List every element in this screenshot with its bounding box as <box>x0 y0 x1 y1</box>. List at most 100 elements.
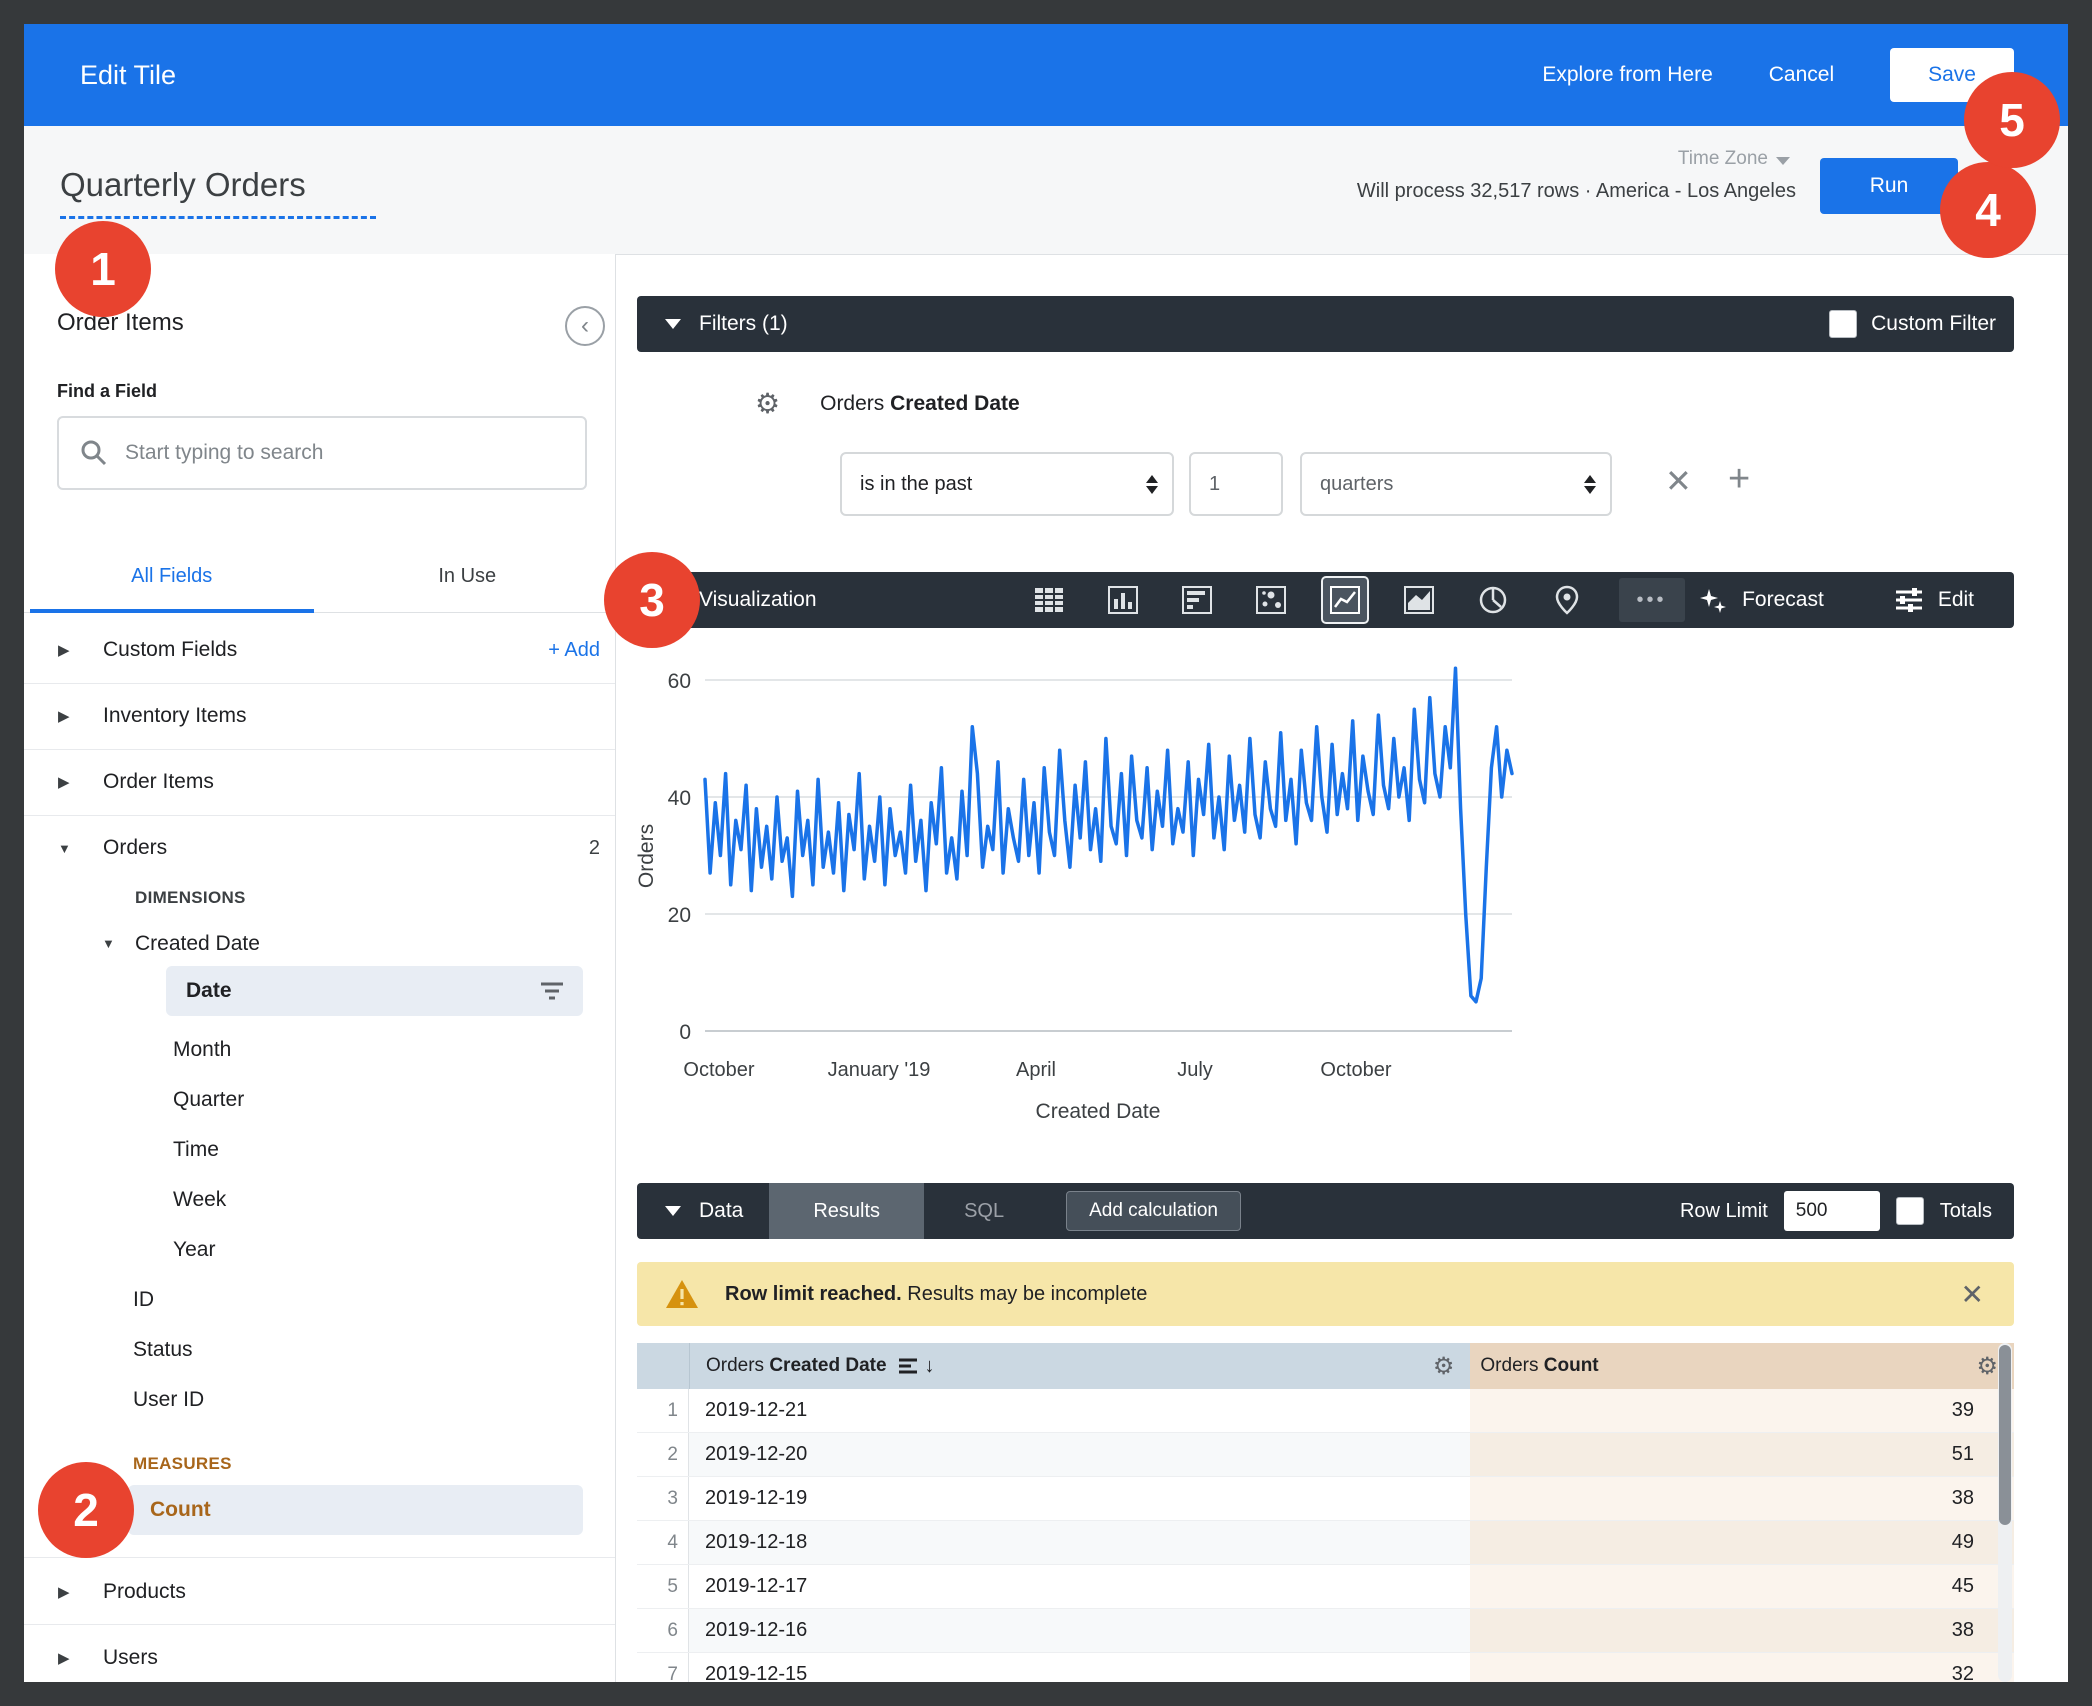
add-custom-field-button[interactable]: + Add <box>548 639 600 662</box>
row-limit-label: Row Limit <box>1680 1200 1768 1223</box>
edit-viz-button[interactable]: Edit <box>1894 585 1974 615</box>
add-calculation-button[interactable]: Add calculation <box>1066 1191 1241 1231</box>
gear-icon[interactable]: ⚙ <box>1433 1352 1455 1381</box>
field-picker-sidebar: Order Items ‹ Find a Field Start typing … <box>24 254 616 1682</box>
sidebar-item-custom-fields[interactable]: ▶ Custom Fields + Add <box>24 617 615 683</box>
gear-icon[interactable]: ⚙ <box>755 390 780 418</box>
gear-icon[interactable]: ⚙ <box>1977 1352 1999 1381</box>
svg-text:January '19: January '19 <box>828 1059 931 1081</box>
line-chart-icon-selected[interactable] <box>1323 578 1367 622</box>
sidebar-item-created-date[interactable]: Created Date <box>135 932 260 956</box>
remove-filter-icon[interactable]: ✕ <box>1665 462 1692 500</box>
cell-created-date[interactable]: 2019-12-21 <box>689 1389 1470 1432</box>
tab-results-selected[interactable]: Results <box>769 1183 924 1239</box>
sidebar-item-time[interactable]: Time <box>173 1138 219 1162</box>
table-chart-icon[interactable] <box>1027 578 1071 622</box>
explore-from-here-button[interactable]: Explore from Here <box>1542 63 1712 87</box>
data-bar-label: Data <box>699 1199 743 1223</box>
sidebar-item-inventory-items[interactable]: ▶ Inventory Items <box>24 683 615 749</box>
filter-operator-select[interactable]: is in the past <box>840 452 1174 516</box>
visualization-bar[interactable]: Visualization <box>637 572 2014 628</box>
table-row[interactable]: 62019-12-1638 <box>637 1609 2014 1653</box>
pie-chart-icon[interactable] <box>1471 578 1515 622</box>
forecast-button[interactable]: Forecast <box>1698 585 1824 615</box>
sidebar-item-orders[interactable]: ▼ Orders 2 <box>24 815 615 881</box>
row-number: 1 <box>637 1389 689 1432</box>
sidebar-item-user-id[interactable]: User ID <box>133 1388 204 1412</box>
filter-icon[interactable] <box>539 980 565 1002</box>
bar-chart-icon[interactable] <box>1175 578 1219 622</box>
col-bold: Count <box>1544 1355 1599 1376</box>
filters-bar[interactable]: Filters (1) Custom Filter <box>637 296 2014 352</box>
cancel-button[interactable]: Cancel <box>1769 63 1834 87</box>
column-chart-icon[interactable] <box>1101 578 1145 622</box>
cell-count[interactable]: 38 <box>1470 1477 2014 1520</box>
cell-count[interactable]: 38 <box>1470 1609 2014 1652</box>
timezone-dropdown[interactable]: Time Zone <box>1678 148 1790 170</box>
filter-value-input[interactable]: 1 <box>1189 452 1283 516</box>
sidebar-item-date-selected[interactable]: Date <box>166 966 583 1016</box>
row-number: 2 <box>637 1433 689 1476</box>
table-row[interactable]: 42019-12-1849 <box>637 1521 2014 1565</box>
chart-panel[interactable]: 60 40 20 0 Orders October January '19 Ap… <box>637 628 2014 1183</box>
more-options-icon[interactable]: ••• <box>1619 578 1685 622</box>
sidebar-item-products[interactable]: ▶ Products <box>24 1559 615 1625</box>
area-chart-icon[interactable] <box>1397 578 1441 622</box>
table-row[interactable]: 12019-12-2139 <box>637 1389 2014 1433</box>
screenshot-stage: Edit Tile Explore from Here Cancel Save … <box>0 0 2092 1706</box>
sidebar-item-quarter[interactable]: Quarter <box>173 1088 244 1112</box>
cell-created-date[interactable]: 2019-12-19 <box>689 1477 1470 1520</box>
tab-sql[interactable]: SQL <box>964 1200 1004 1223</box>
cell-count[interactable]: 45 <box>1470 1565 2014 1608</box>
table-row[interactable]: 52019-12-1745 <box>637 1565 2014 1609</box>
cell-count[interactable]: 49 <box>1470 1521 2014 1564</box>
dismiss-warning-icon[interactable]: ✕ <box>1961 1278 1984 1311</box>
cell-count[interactable]: 32 <box>1470 1653 2014 1682</box>
custom-filter-toggle[interactable]: Custom Filter <box>1829 310 1996 338</box>
sidebar-item-status[interactable]: Status <box>133 1338 193 1362</box>
field-label: Date <box>186 979 232 1003</box>
column-header-count[interactable]: Orders Count ⚙ <box>1470 1343 2014 1389</box>
data-bar[interactable]: Data Results SQL Add calculation Row Lim… <box>637 1183 2014 1239</box>
scrollbar-thumb[interactable] <box>1999 1345 2011 1525</box>
sidebar-item-order-items[interactable]: ▶ Order Items <box>24 749 615 815</box>
totals-checkbox[interactable] <box>1896 1197 1924 1225</box>
cell-created-date[interactable]: 2019-12-15 <box>689 1653 1470 1682</box>
cell-created-date[interactable]: 2019-12-16 <box>689 1609 1470 1652</box>
cell-count[interactable]: 51 <box>1470 1433 2014 1476</box>
row-limit-input[interactable] <box>1784 1191 1880 1231</box>
sidebar-item-year[interactable]: Year <box>173 1238 215 1262</box>
cell-created-date[interactable]: 2019-12-18 <box>689 1521 1470 1564</box>
table-row[interactable]: 22019-12-2051 <box>637 1433 2014 1477</box>
table-scrollbar[interactable] <box>1998 1343 2012 1682</box>
annotation-circle-4: 4 <box>1940 162 2036 258</box>
tab-in-use[interactable]: In Use <box>320 540 616 612</box>
filter-unit-select[interactable]: quarters <box>1300 452 1612 516</box>
sidebar-item-month[interactable]: Month <box>173 1038 231 1062</box>
run-button[interactable]: Run <box>1820 158 1958 214</box>
field-search-input[interactable]: Start typing to search <box>57 416 587 490</box>
cell-created-date[interactable]: 2019-12-20 <box>689 1433 1470 1476</box>
results-table: Orders Created Date ↓ ⚙ Orders Count ⚙ 1… <box>637 1343 2014 1682</box>
custom-filter-checkbox[interactable] <box>1829 310 1857 338</box>
add-filter-icon[interactable]: + <box>1728 458 1750 501</box>
sidebar-item-users[interactable]: ▶ Users <box>24 1625 615 1682</box>
collapse-sidebar-button[interactable]: ‹ <box>565 306 605 346</box>
table-row[interactable]: 32019-12-1938 <box>637 1477 2014 1521</box>
cell-created-date[interactable]: 2019-12-17 <box>689 1565 1470 1608</box>
warning-text-bold: Row limit reached. <box>725 1283 902 1305</box>
table-row[interactable]: 72019-12-1532 <box>637 1653 2014 1682</box>
page-title[interactable]: Quarterly Orders <box>60 166 376 219</box>
sidebar-item-week[interactable]: Week <box>173 1188 226 1212</box>
visualization-bar-label: Visualization <box>699 588 817 612</box>
sidebar-item-count-selected[interactable]: Count <box>128 1485 583 1535</box>
scatter-chart-icon[interactable] <box>1249 578 1293 622</box>
filter-value: 1 <box>1209 473 1220 496</box>
group-label: Order Items <box>103 770 214 794</box>
sidebar-item-id[interactable]: ID <box>133 1288 154 1312</box>
tab-all-fields[interactable]: All Fields <box>24 540 320 612</box>
column-header-created-date[interactable]: Orders Created Date ↓ ⚙ <box>690 1343 1470 1389</box>
svg-text:October: October <box>1320 1059 1391 1081</box>
cell-count[interactable]: 39 <box>1470 1389 2014 1432</box>
map-pin-icon[interactable] <box>1545 578 1589 622</box>
